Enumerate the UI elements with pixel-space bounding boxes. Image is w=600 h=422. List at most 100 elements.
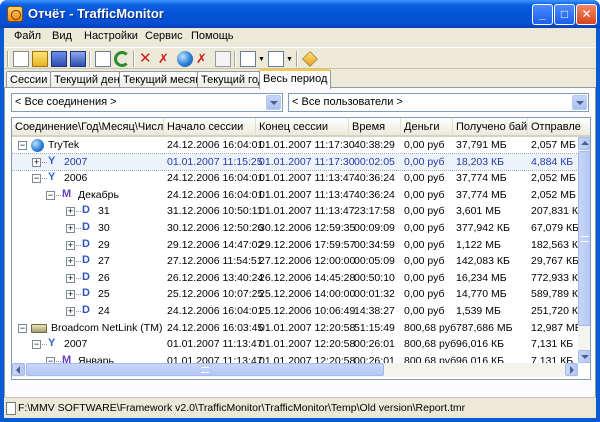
menu-settings[interactable]: Настройки: [84, 30, 138, 42]
minimize-button[interactable]: _: [532, 4, 553, 25]
window-title: Отчёт - TrafficMonitor: [28, 6, 164, 21]
column-header-connection[interactable]: Соединение\Год\Месяц\Числ...: [12, 118, 164, 135]
table-row[interactable]: − M Январь 01.01.2007 11:13:47 01.01.2007 12…: [12, 353, 578, 363]
row-name: 2007: [64, 155, 88, 168]
filter-day-dropdown-icon[interactable]: ▼: [258, 56, 265, 63]
open-icon[interactable]: [32, 51, 48, 67]
collapse-icon[interactable]: −: [32, 174, 41, 184]
column-header-time[interactable]: Время: [349, 118, 401, 135]
column-header-sent[interactable]: Отправле: [528, 118, 590, 135]
cell-end: 01.01.2007 12:20:58: [259, 354, 356, 363]
filter-group-icon[interactable]: [268, 51, 284, 67]
cell-sent: 182,563 КБ: [531, 238, 578, 251]
cell-money: 0,00 руб: [404, 305, 445, 317]
table-row[interactable]: + D 30 30.12.2006 12:50:26 30.12.2006 12:59:…: [12, 220, 578, 237]
cell-money: 0,00 руб: [404, 139, 445, 151]
vertical-scroll-thumb[interactable]: [578, 151, 590, 326]
expand-icon[interactable]: +: [66, 257, 75, 267]
expand-icon[interactable]: +: [32, 157, 41, 167]
delete-icon[interactable]: ✕: [139, 51, 155, 67]
scroll-right-icon[interactable]: [565, 363, 578, 376]
vertical-scrollbar[interactable]: [578, 137, 590, 363]
title-bar[interactable]: Отчёт - TrafficMonitor _ □ ✕: [0, 0, 600, 28]
maximize-button[interactable]: □: [554, 4, 575, 25]
tree-connector: [56, 194, 61, 196]
horizontal-scroll-thumb[interactable]: [26, 363, 384, 376]
expand-icon[interactable]: +: [66, 273, 75, 283]
scroll-up-icon[interactable]: [578, 137, 590, 150]
cell-money: 0,00 руб: [404, 271, 445, 284]
save-as-icon[interactable]: [70, 51, 86, 67]
column-header-start[interactable]: Начало сессии: [164, 118, 256, 135]
collapse-icon[interactable]: −: [46, 190, 55, 200]
filter-group-dropdown-icon[interactable]: ▼: [286, 56, 293, 63]
row-name: 2007: [64, 338, 88, 351]
row-name: TryTek: [48, 139, 80, 151]
expand-icon[interactable]: +: [66, 307, 75, 316]
table-row[interactable]: − M Декабрь 24.12.2006 16:04:01 01.01.2007 1…: [12, 187, 578, 204]
expand-icon[interactable]: +: [66, 224, 75, 233]
column-header-end[interactable]: Конец сессии: [256, 118, 349, 135]
tab-all-period[interactable]: Весь период: [259, 69, 332, 89]
cell-recv: 377,942 КБ: [456, 222, 510, 234]
row-name: 26: [98, 271, 110, 284]
table-row[interactable]: − TryTek 24.12.2006 16:04:01 01.01.2007 11:…: [12, 137, 578, 154]
cell-recv: 16,234 МБ: [456, 271, 507, 284]
menu-service[interactable]: Сервис: [145, 30, 183, 42]
horizontal-scrollbar[interactable]: [12, 363, 578, 377]
menu-help[interactable]: Помощь: [191, 30, 234, 42]
table-row[interactable]: + D 27 27.12.2006 11:54:51 27.12.2006 12:00:…: [12, 253, 578, 270]
table-row[interactable]: + D 25 25.12.2006 10:07:25 25.12.2006 14:00:…: [12, 286, 578, 303]
expand-icon[interactable]: +: [66, 240, 75, 250]
tab-current-month[interactable]: Текущий месяц: [119, 71, 206, 88]
table-row[interactable]: + D 31 31.12.2006 10:50:11 01.01.2007 11:13:…: [12, 203, 578, 220]
delete-range-icon[interactable]: ✗: [158, 51, 174, 67]
app-icon[interactable]: [7, 6, 23, 22]
filter-day-icon[interactable]: [240, 51, 256, 67]
chevron-down-icon[interactable]: [266, 95, 281, 110]
connections-filter[interactable]: < Все соединения >: [11, 93, 283, 112]
menu-view[interactable]: Вид: [52, 30, 72, 42]
column-header-received[interactable]: Получено байт: [453, 118, 528, 135]
chevron-down-icon[interactable]: [572, 95, 587, 110]
table-row[interactable]: + Y 2007 01.01.2007 11:15:25 01.01.2007 11:1…: [12, 152, 578, 172]
tab-sessions[interactable]: Сессии: [6, 71, 52, 88]
scroll-down-icon[interactable]: [578, 350, 590, 363]
cell-sent: 12,987 МБ: [531, 321, 578, 334]
refresh-icon[interactable]: [114, 51, 130, 67]
users-filter[interactable]: < Все пользователи >: [288, 93, 589, 112]
row-name: Январь: [78, 354, 114, 363]
copy-icon[interactable]: [215, 51, 231, 67]
collapse-icon[interactable]: −: [18, 323, 27, 333]
menu-file[interactable]: Файл: [14, 30, 41, 42]
connections-icon[interactable]: [177, 51, 193, 67]
table-row[interactable]: + D 24 24.12.2006 16:04:01 25.12.2006 10:06:…: [12, 303, 578, 320]
expand-icon[interactable]: +: [66, 290, 75, 300]
tab-current-year[interactable]: Текущий год: [197, 71, 269, 88]
tree-connector: [42, 161, 47, 163]
status-bar: F:\MMV SOFTWARE\Framework v2.0\TrafficMo…: [4, 397, 596, 418]
column-header-money[interactable]: Деньги: [401, 118, 453, 135]
users-icon[interactable]: ✗: [196, 51, 212, 67]
expand-icon[interactable]: +: [66, 207, 75, 217]
collapse-icon[interactable]: −: [32, 340, 41, 350]
level-d-icon: D: [82, 270, 90, 283]
cell-money: 0,00 руб: [404, 222, 445, 234]
close-button[interactable]: ✕: [576, 4, 597, 25]
collapse-icon[interactable]: −: [18, 141, 27, 150]
options-icon[interactable]: [302, 51, 318, 67]
table-row[interactable]: + D 29 29.12.2006 14:47:02 29.12.2006 17:59:…: [12, 237, 578, 254]
new-icon[interactable]: [13, 51, 29, 67]
print-preview-icon[interactable]: [95, 51, 111, 67]
table-row[interactable]: − Y 2006 24.12.2006 16:04:01 01.01.2007 11:1…: [12, 170, 578, 187]
cell-sent: 7,131 КБ: [531, 338, 574, 351]
tab-current-day[interactable]: Текущий день: [50, 71, 130, 88]
scroll-left-icon[interactable]: [12, 363, 25, 376]
table-row[interactable]: + D 26 26.12.2006 13:40:24 26.12.2006 14:45:…: [12, 270, 578, 287]
cell-recv: 1,539 МБ: [456, 305, 501, 317]
table-row[interactable]: − Broadcom NetLink (TM)... 24.12.2006 16:0…: [12, 320, 578, 337]
save-icon[interactable]: [51, 51, 67, 67]
table-row[interactable]: − Y 2007 01.01.2007 11:13:47 01.01.2007 12:2…: [12, 336, 578, 353]
cell-time: 40:36:24: [354, 172, 395, 185]
level-d-icon: D: [82, 237, 90, 250]
